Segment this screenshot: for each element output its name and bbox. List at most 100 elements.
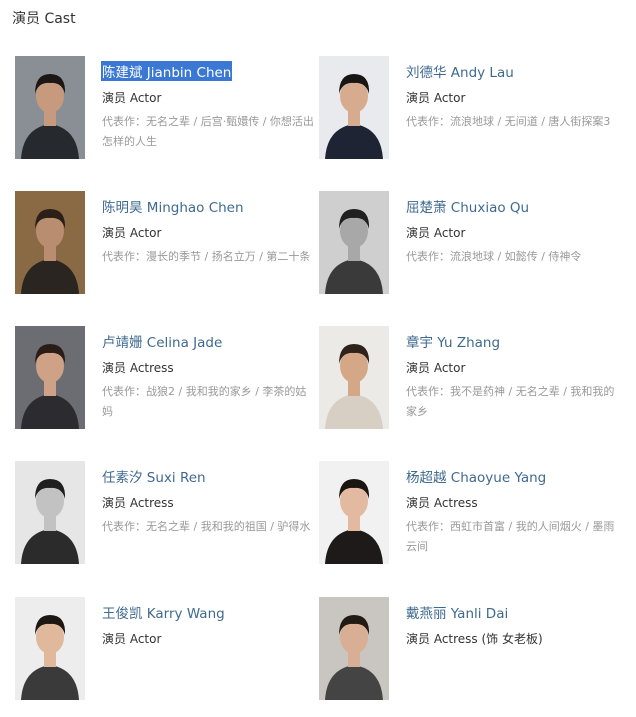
portrait-illustration [319,461,389,564]
cast-card: 王俊凯 Karry Wang 演员 Actor [15,597,321,717]
works-separator: / [259,115,270,128]
work-title-link[interactable]: 无名之辈 [146,520,190,533]
work-title-link[interactable]: 驴得水 [277,520,310,533]
work-title-link[interactable]: 侍神令 [548,250,581,263]
cast-card: 屈楚萧 Chuxiao Qu 演员 Actor 代表作：流浪地球 / 如懿传 / 侍… [319,191,625,311]
works-separator: / [537,115,549,128]
cast-card: 陈明昊 Minghao Chen 演员 Actor 代表作：漫长的季节 / 扬名立万… [15,191,321,311]
cast-photo[interactable] [319,326,389,429]
cast-works: 代表作：无名之辈 / 后宫·甄嬛传 / 你想活出怎样的人生 [102,112,316,152]
cast-role: 演员 Actress (饰 女老板) [406,632,543,646]
cast-works: 代表作：漫长的季节 / 扬名立万 / 第二十条 [102,247,316,267]
portrait-illustration [319,326,389,429]
cast-card: 章宇 Yu Zhang 演员 Actor 代表作：我不是药神 / 无名之辈 / 我和… [319,326,625,446]
works-separator: / [255,250,267,263]
cast-works: 代表作：战狼2 / 我和我的家乡 / 李茶的姑妈 [102,382,316,422]
cast-photo[interactable] [319,191,389,294]
cast-name-link[interactable]: 卢靖姗 Celina Jade [102,331,222,351]
cast-photo[interactable] [15,461,85,564]
works-prefix: 代表作： [102,115,146,128]
work-title-link[interactable]: 如懿传 [505,250,538,263]
works-prefix: 代表作： [406,250,450,263]
cast-name-link[interactable]: 陈建斌 Jianbin Chen [101,61,233,81]
portrait-illustration [319,597,389,700]
cast-role: 演员 Actor [406,226,466,240]
work-title-link[interactable]: 流浪地球 [450,115,494,128]
work-title-link[interactable]: 我不是药神 [450,385,505,398]
work-title-link[interactable]: 西虹市首富 [450,520,505,533]
works-separator: / [266,520,278,533]
cast-name-link[interactable]: 杨超越 Chaoyue Yang [406,466,546,486]
cast-card: 任素汐 Suxi Ren 演员 Actress 代表作：无名之辈 / 我和我的祖国 … [15,461,321,581]
cast-photo[interactable] [15,326,85,429]
cast-name-link[interactable]: 章宇 Yu Zhang [406,331,500,351]
cast-role: 演员 Actor [406,91,466,105]
works-separator: / [201,250,212,263]
work-title-link[interactable]: 无名之辈 [146,115,190,128]
cast-photo[interactable] [15,56,85,159]
cast-name-link[interactable]: 任素汐 Suxi Ren [102,466,206,486]
work-title-link[interactable]: 无名之辈 [516,385,560,398]
cast-photo[interactable] [319,461,389,564]
work-title-link[interactable]: 战狼2 [146,385,175,398]
work-title-link[interactable]: 我和我的祖国 [201,520,267,533]
works-separator: / [190,520,201,533]
cast-works: 代表作：无名之辈 / 我和我的祖国 / 驴得水 [102,517,316,537]
section-title: 演员 Cast [12,11,76,27]
cast-name-link[interactable]: 戴燕丽 Yanli Dai [406,602,508,622]
cast-card: 陈建斌 Jianbin Chen 演员 Actor 代表作：无名之辈 / 后宫·甄嬛… [15,56,321,176]
works-separator: / [251,385,263,398]
work-title-link[interactable]: 我和我的家乡 [186,385,252,398]
work-title-link[interactable]: 无间道 [505,115,538,128]
cast-role: 演员 Actress [406,496,478,510]
works-separator: / [581,520,593,533]
work-title-link[interactable]: 后宫·甄嬛传 [201,115,260,128]
works-separator: / [190,115,201,128]
works-prefix: 代表作： [406,385,450,398]
works-prefix: 代表作： [102,520,146,533]
cast-photo[interactable] [15,191,85,294]
works-separator: / [537,250,549,263]
cast-role: 演员 Actress [102,496,174,510]
portrait-illustration [15,461,85,564]
cast-works: 代表作：流浪地球 / 如懿传 / 侍神令 [406,247,620,267]
cast-card: 刘德华 Andy Lau 演员 Actor 代表作：流浪地球 / 无间道 / 唐人街… [319,56,625,176]
cast-photo[interactable] [319,597,389,700]
cast-photo[interactable] [15,597,85,700]
cast-role: 演员 Actor [102,91,162,105]
work-title-link[interactable]: 我的人间烟火 [516,520,582,533]
cast-card: 戴燕丽 Yanli Dai 演员 Actress (饰 女老板) [319,597,625,717]
cast-photo[interactable] [319,56,389,159]
works-prefix: 代表作： [102,250,146,263]
cast-card: 卢靖姗 Celina Jade 演员 Actress 代表作：战狼2 / 我和我的家… [15,326,321,446]
portrait-illustration [15,56,85,159]
cast-name-link[interactable]: 屈楚萧 Chuxiao Qu [406,196,529,216]
works-separator: / [175,385,186,398]
portrait-illustration [319,56,389,159]
works-separator: / [505,520,516,533]
works-prefix: 代表作： [102,385,146,398]
cast-works: 代表作：西虹市首富 / 我的人间烟火 / 墨雨云间 [406,517,620,557]
cast-works: 代表作：流浪地球 / 无间道 / 唐人街探案3 [406,112,620,132]
works-separator: / [494,250,505,263]
cast-role: 演员 Actor [406,361,466,375]
portrait-illustration [319,191,389,294]
cast-name-link[interactable]: 刘德华 Andy Lau [406,61,514,81]
cast-name-link[interactable]: 陈明昊 Minghao Chen [102,196,244,216]
work-title-link[interactable]: 流浪地球 [450,250,494,263]
work-title-link[interactable]: 唐人街探案3 [548,115,610,128]
works-prefix: 代表作： [406,520,450,533]
works-separator: / [494,115,505,128]
work-title-link[interactable]: 第二十条 [266,250,310,263]
cast-role: 演员 Actress [102,361,174,375]
work-title-link[interactable]: 漫长的季节 [146,250,201,263]
cast-card: 杨超越 Chaoyue Yang 演员 Actress 代表作：西虹市首富 / 我的… [319,461,625,581]
portrait-illustration [15,597,85,700]
works-prefix: 代表作： [406,115,450,128]
works-separator: / [559,385,571,398]
work-title-link[interactable]: 扬名立万 [212,250,256,263]
works-separator: / [505,385,516,398]
cast-role: 演员 Actor [102,632,162,646]
cast-name-link[interactable]: 王俊凯 Karry Wang [102,602,225,622]
cast-works: 代表作：我不是药神 / 无名之辈 / 我和我的家乡 [406,382,620,422]
